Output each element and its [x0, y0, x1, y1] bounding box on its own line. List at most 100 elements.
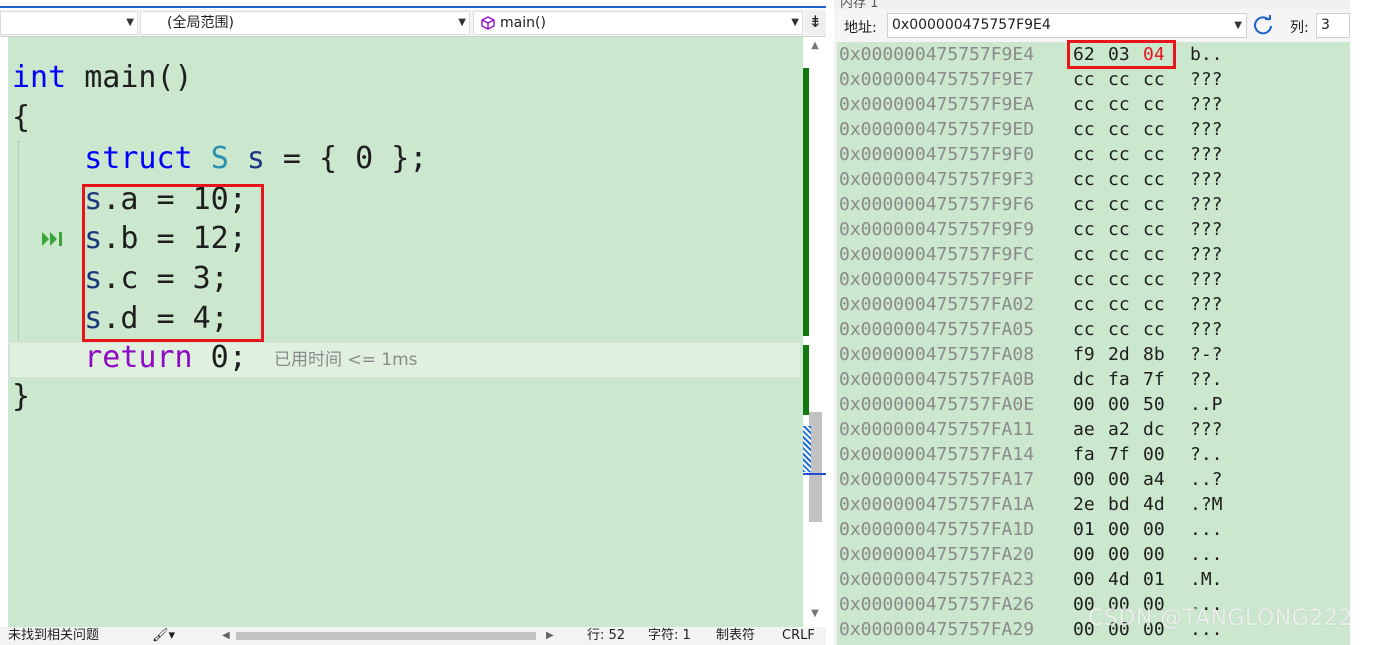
memory-byte[interactable]: 2d: [1108, 342, 1130, 367]
memory-byte[interactable]: cc: [1108, 242, 1130, 267]
memory-byte[interactable]: 00: [1143, 517, 1165, 542]
scroll-up-arrow-icon[interactable]: ▲: [808, 40, 822, 52]
memory-row[interactable]: 0x000000475757FA05 cc cc cc???: [837, 317, 1350, 342]
memory-ascii[interactable]: ..P: [1190, 392, 1223, 417]
memory-byte[interactable]: cc: [1073, 67, 1095, 92]
memory-ascii[interactable]: ???: [1190, 267, 1223, 292]
memory-byte[interactable]: cc: [1143, 142, 1165, 167]
memory-byte[interactable]: cc: [1073, 117, 1095, 142]
memory-row[interactable]: 0x000000475757F9FC cc cc cc???: [837, 242, 1350, 267]
memory-byte[interactable]: cc: [1143, 217, 1165, 242]
memory-byte[interactable]: cc: [1073, 192, 1095, 217]
split-window-icon[interactable]: ⇟: [805, 11, 826, 35]
memory-grid[interactable]: 0x000000475757F9E4 62 03 04 b.. 0x00000047575…: [837, 42, 1350, 645]
memory-ascii[interactable]: ???: [1190, 142, 1223, 167]
memory-row[interactable]: 0x000000475757FA08 f9 2d 8b ?-?: [837, 342, 1350, 367]
tabs-indicator[interactable]: 制表符: [716, 627, 755, 645]
memory-byte[interactable]: cc: [1073, 242, 1095, 267]
memory-byte[interactable]: cc: [1108, 142, 1130, 167]
memory-ascii[interactable]: ???: [1190, 67, 1223, 92]
memory-byte[interactable]: 00: [1073, 567, 1095, 592]
memory-byte[interactable]: 00: [1073, 467, 1095, 492]
memory-ascii[interactable]: ???: [1190, 217, 1223, 242]
memory-row[interactable]: 0x000000475757FA23 00 4d 01 .M.: [837, 567, 1350, 592]
memory-byte[interactable]: cc: [1143, 292, 1165, 317]
memory-byte[interactable]: cc: [1108, 67, 1130, 92]
memory-row[interactable]: 0x000000475757FA11 ae a2 dc???: [837, 417, 1350, 442]
memory-byte[interactable]: 7f: [1143, 367, 1165, 392]
memory-ascii[interactable]: ???: [1190, 317, 1223, 342]
memory-byte[interactable]: cc: [1143, 192, 1165, 217]
chevron-down-icon[interactable]: ▼: [1234, 14, 1242, 37]
memory-row[interactable]: 0x000000475757F9ED cc cc cc???: [837, 117, 1350, 142]
memory-byte[interactable]: 7f: [1108, 442, 1130, 467]
memory-ascii[interactable]: ?-?: [1190, 342, 1223, 367]
memory-ascii[interactable]: b..: [1190, 42, 1223, 67]
memory-ascii[interactable]: ?..: [1190, 442, 1223, 467]
memory-row[interactable]: 0x000000475757FA1A 2e bd 4d .?M: [837, 492, 1350, 517]
memory-byte[interactable]: 01: [1073, 517, 1095, 542]
address-input[interactable]: 0x000000475757F9E4 ▼: [887, 13, 1247, 38]
memory-row[interactable]: 0x000000475757F9F0 cc cc cc???: [837, 142, 1350, 167]
code-line[interactable]: int main(): [12, 58, 193, 98]
memory-byte[interactable]: dc: [1073, 367, 1095, 392]
memory-byte[interactable]: cc: [1143, 167, 1165, 192]
memory-byte[interactable]: cc: [1108, 167, 1130, 192]
memory-ascii[interactable]: ???: [1190, 167, 1223, 192]
cleanup-brush-icon[interactable]: 🖌▾: [152, 627, 175, 645]
memory-ascii[interactable]: ???: [1190, 92, 1223, 117]
memory-byte[interactable]: cc: [1073, 217, 1095, 242]
memory-byte[interactable]: f9: [1073, 342, 1095, 367]
memory-byte[interactable]: cc: [1108, 192, 1130, 217]
memory-byte[interactable]: cc: [1143, 92, 1165, 117]
memory-byte[interactable]: cc: [1073, 92, 1095, 117]
memory-row[interactable]: 0x000000475757F9F6 cc cc cc???: [837, 192, 1350, 217]
memory-byte[interactable]: cc: [1143, 317, 1165, 342]
char-indicator[interactable]: 字符: 1: [648, 627, 691, 645]
memory-ascii[interactable]: ???: [1190, 292, 1223, 317]
memory-byte[interactable]: cc: [1108, 292, 1130, 317]
memory-row[interactable]: 0x000000475757F9EA cc cc cc???: [837, 92, 1350, 117]
memory-row[interactable]: 0x000000475757FA1D 01 00 00...: [837, 517, 1350, 542]
memory-row[interactable]: 0x000000475757F9F9 cc cc cc???: [837, 217, 1350, 242]
line-indicator[interactable]: 行: 52: [587, 627, 625, 645]
memory-byte[interactable]: cc: [1073, 142, 1095, 167]
memory-row[interactable]: 0x000000475757FA0B dc fa 7f??.: [837, 367, 1350, 392]
memory-ascii[interactable]: .?M: [1190, 492, 1223, 517]
issues-indicator[interactable]: 未找到相关问题: [8, 627, 99, 645]
memory-byte[interactable]: 00: [1073, 392, 1095, 417]
memory-byte[interactable]: cc: [1108, 267, 1130, 292]
horizontal-scroll-thumb[interactable]: [236, 632, 536, 640]
code-line[interactable]: }: [12, 377, 30, 417]
memory-ascii[interactable]: ???: [1190, 242, 1223, 267]
memory-byte[interactable]: a2: [1108, 417, 1130, 442]
memory-byte[interactable]: cc: [1073, 317, 1095, 342]
memory-byte[interactable]: bd: [1108, 492, 1130, 517]
memory-byte[interactable]: 01: [1143, 567, 1165, 592]
memory-byte[interactable]: a4: [1143, 467, 1165, 492]
memory-byte[interactable]: cc: [1108, 317, 1130, 342]
memory-row[interactable]: 0x000000475757F9F3 cc cc cc???: [837, 167, 1350, 192]
memory-byte[interactable]: cc: [1108, 217, 1130, 242]
memory-byte[interactable]: fa: [1073, 442, 1095, 467]
memory-byte[interactable]: cc: [1143, 242, 1165, 267]
memory-byte[interactable]: cc: [1143, 267, 1165, 292]
memory-ascii[interactable]: ...: [1190, 517, 1223, 542]
memory-byte[interactable]: cc: [1143, 67, 1165, 92]
memory-ascii[interactable]: ???: [1190, 417, 1223, 442]
code-line[interactable]: return 0;: [12, 338, 247, 378]
refresh-icon[interactable]: [1252, 14, 1274, 36]
scroll-left-arrow-icon[interactable]: ◀: [222, 627, 230, 645]
memory-ascii[interactable]: ??.: [1190, 367, 1223, 392]
memory-byte[interactable]: 8b: [1143, 342, 1165, 367]
scope-combo[interactable]: (全局范围) ▼: [140, 11, 470, 35]
columns-input[interactable]: 3: [1316, 13, 1350, 38]
memory-row[interactable]: 0x000000475757FA17 00 00 a4..?: [837, 467, 1350, 492]
memory-byte[interactable]: cc: [1108, 92, 1130, 117]
memory-row[interactable]: 0x000000475757F9E7 cc cc cc???: [837, 67, 1350, 92]
memory-ascii[interactable]: ..?: [1190, 467, 1223, 492]
code-line[interactable]: {: [12, 98, 30, 138]
memory-byte[interactable]: 4d: [1143, 492, 1165, 517]
memory-byte[interactable]: 00: [1073, 542, 1095, 567]
memory-byte[interactable]: cc: [1073, 267, 1095, 292]
